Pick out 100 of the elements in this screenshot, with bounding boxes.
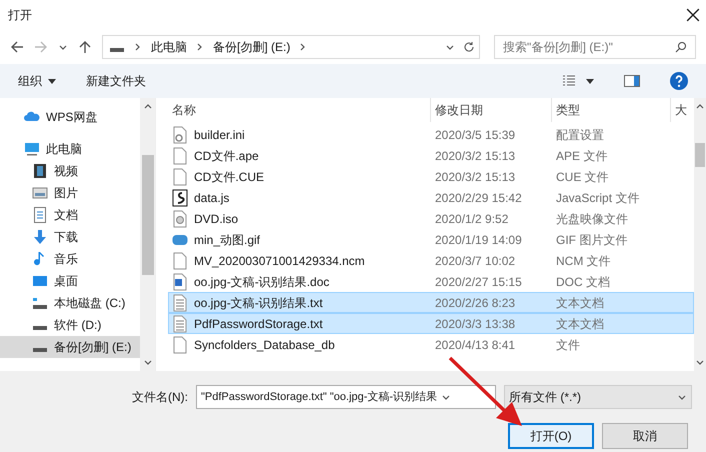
- film-icon: [32, 163, 48, 179]
- file-name: Syncfolders_Database_db: [194, 336, 335, 354]
- nav-item[interactable]: WPS网盘: [0, 106, 140, 128]
- caret-down-icon: [48, 78, 56, 84]
- file-icon: [172, 336, 188, 354]
- picture-icon: [32, 185, 48, 201]
- drive-icon: [33, 326, 47, 330]
- nav-item[interactable]: 此电脑: [0, 138, 140, 160]
- new-folder-button[interactable]: 新建文件夹: [86, 72, 146, 90]
- scrollbar-thumb[interactable]: [695, 142, 705, 166]
- text-file-icon: [172, 294, 188, 312]
- file-type: 光盘映像文件: [555, 210, 629, 228]
- drive-icon: [33, 348, 47, 352]
- nav-label: 视频: [54, 163, 78, 180]
- window-title: 打开: [8, 7, 32, 24]
- file-row[interactable]: DVD.iso 2020/1/2 9:52 光盘映像文件: [168, 208, 694, 229]
- file-type: 文件: [555, 336, 581, 354]
- file-type-dropdown[interactable]: 所有文件 (*.*): [504, 385, 692, 409]
- file-date: 2020/2/26 8:23: [434, 294, 516, 312]
- script-file-icon: [172, 188, 188, 206]
- disc-file-icon: [172, 210, 188, 228]
- file-type: JavaScript 文件: [555, 190, 640, 206]
- file-name: data.js: [194, 190, 230, 206]
- caret-down-icon[interactable]: [586, 78, 594, 84]
- file-date: 2020/1/19 14:09: [434, 232, 523, 248]
- refresh-icon[interactable]: [463, 41, 475, 53]
- file-name: oo.jpg-文稿-识别结果.doc: [194, 274, 330, 290]
- file-row[interactable]: PdfPasswordStorage.txt 2020/3/3 13:38 文本文档: [168, 313, 694, 334]
- word-file-icon: [172, 272, 188, 290]
- file-name: MV_202003071001429334.ncm: [194, 252, 365, 270]
- document-icon: [34, 207, 46, 223]
- file-type: GIF 图片文件: [555, 232, 628, 248]
- list-scrollbar[interactable]: [694, 98, 706, 371]
- monitor-icon: [24, 141, 40, 157]
- cancel-button[interactable]: 取消: [602, 423, 688, 449]
- nav-item[interactable]: 文档: [0, 204, 140, 226]
- down-arrow-icon: [32, 229, 48, 245]
- back-arrow-icon[interactable]: [10, 40, 24, 54]
- file-date: 2020/2/29 15:42: [434, 190, 523, 206]
- help-icon[interactable]: [670, 72, 688, 90]
- nav-label: 文档: [54, 207, 78, 224]
- filename-field[interactable]: "PdfPasswordStorage.txt" "oo.jpg-文稿-识别结果: [196, 385, 496, 409]
- nav-label: WPS网盘: [46, 109, 98, 126]
- file-type: APE 文件: [555, 148, 608, 164]
- nav-item[interactable]: 本地磁盘 (C:): [0, 292, 140, 314]
- file-row[interactable]: oo.jpg-文稿-识别结果.doc 2020/2/27 15:15 DOC 文档: [168, 271, 694, 292]
- close-icon[interactable]: [686, 8, 700, 22]
- file-date: 2020/3/2 15:13: [434, 148, 516, 164]
- file-row[interactable]: MV_202003071001429334.ncm 2020/3/7 10:02 NCM 文件: [168, 250, 694, 271]
- drive-icon: [110, 48, 124, 52]
- nav-label: 桌面: [54, 273, 78, 290]
- view-list-icon[interactable]: [562, 75, 576, 87]
- address-bar[interactable]: 此电脑 备份[勿删] (E:): [102, 35, 480, 59]
- nav-item[interactable]: 桌面: [0, 270, 140, 292]
- up-arrow-icon[interactable]: [78, 40, 92, 54]
- column-header[interactable]: 类型: [551, 98, 670, 122]
- settings-file-icon: [172, 126, 188, 144]
- nav-label: 音乐: [54, 251, 78, 268]
- file-type: 文本文档: [555, 316, 605, 332]
- nav-item[interactable]: 视频: [0, 160, 140, 182]
- sidebar-scrollbar[interactable]: [140, 98, 155, 371]
- file-name: DVD.iso: [194, 210, 238, 228]
- file-row[interactable]: data.js 2020/2/29 15:42 JavaScript 文件: [168, 187, 694, 208]
- nav-label: 软件 (D:): [54, 317, 102, 334]
- file-type: 配置设置: [555, 126, 605, 144]
- column-header[interactable]: 修改日期: [430, 98, 551, 122]
- nav-item[interactable]: 音乐: [0, 248, 140, 270]
- filename-value: "PdfPasswordStorage.txt" "oo.jpg-文稿-识别结果: [201, 390, 438, 405]
- file-icon: [172, 252, 188, 270]
- desktop-icon: [32, 273, 48, 289]
- preview-pane-icon[interactable]: [624, 75, 640, 87]
- nav-label: 本地磁盘 (C:): [54, 295, 126, 312]
- file-row[interactable]: oo.jpg-文稿-识别结果.txt 2020/2/26 8:23 文本文档: [168, 292, 694, 313]
- organize-button[interactable]: 组织: [18, 72, 56, 90]
- file-name: oo.jpg-文稿-识别结果.txt: [194, 294, 323, 312]
- drive-icon: [33, 298, 47, 308]
- file-name: PdfPasswordStorage.txt: [194, 316, 323, 332]
- file-row[interactable]: builder.ini 2020/3/5 15:39 配置设置: [168, 124, 694, 145]
- nav-label: 下载: [54, 229, 78, 246]
- file-row[interactable]: CD文件.ape 2020/3/2 15:13 APE 文件: [168, 145, 694, 166]
- file-date: 2020/2/27 15:15: [434, 274, 523, 290]
- nav-item[interactable]: 下载: [0, 226, 140, 248]
- file-date: 2020/3/5 15:39: [434, 126, 516, 144]
- search-field[interactable]: 搜索"备份[勿删] (E:)": [494, 35, 696, 59]
- file-type: 文本文档: [555, 294, 605, 312]
- nav-item[interactable]: 图片: [0, 182, 140, 204]
- search-placeholder: 搜索"备份[勿删] (E:)": [503, 39, 613, 56]
- open-button[interactable]: 打开(O): [508, 423, 594, 449]
- breadcrumb[interactable]: 此电脑: [151, 38, 187, 56]
- file-icon: [172, 146, 188, 164]
- column-header[interactable]: 名称: [168, 98, 430, 122]
- scrollbar-thumb[interactable]: [142, 154, 154, 274]
- file-row[interactable]: min_动图.gif 2020/1/19 14:09 GIF 图片文件: [168, 229, 694, 250]
- file-row[interactable]: CD文件.CUE 2020/3/2 15:13 CUE 文件: [168, 166, 694, 187]
- file-name: min_动图.gif: [194, 232, 260, 248]
- nav-item[interactable]: 备份[勿删] (E:): [0, 336, 140, 358]
- file-row[interactable]: Syncfolders_Database_db 2020/4/13 8:41 文件: [168, 334, 694, 355]
- file-icon: [172, 168, 188, 186]
- breadcrumb[interactable]: 备份[勿删] (E:): [213, 38, 290, 56]
- nav-item[interactable]: 软件 (D:): [0, 314, 140, 336]
